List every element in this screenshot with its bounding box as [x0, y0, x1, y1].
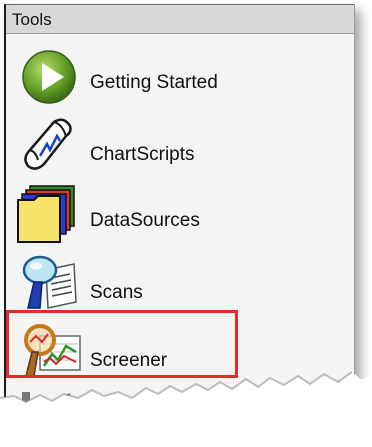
- tool-label: Scans: [90, 282, 143, 303]
- play-icon: [20, 48, 78, 106]
- tool-item-scans[interactable]: Scans: [6, 252, 336, 318]
- tool-item-chartscripts[interactable]: ChartScripts: [6, 116, 336, 182]
- screener-highlight-box: [6, 310, 238, 378]
- panel-title: Tools: [12, 10, 52, 29]
- magnifier-document-icon: [20, 252, 78, 310]
- tool-label: ChartScripts: [90, 144, 195, 165]
- tool-item-getting-started[interactable]: Getting Started: [6, 46, 336, 112]
- partial-item-icon: [20, 388, 80, 418]
- script-scroll-icon: [20, 116, 78, 174]
- folder-stack-icon: [16, 184, 75, 243]
- tool-label: DataSources: [90, 210, 200, 231]
- tool-label: Getting Started: [90, 72, 218, 93]
- panel-header: Tools: [6, 4, 354, 34]
- tool-item-datasources[interactable]: DataSources: [6, 184, 336, 250]
